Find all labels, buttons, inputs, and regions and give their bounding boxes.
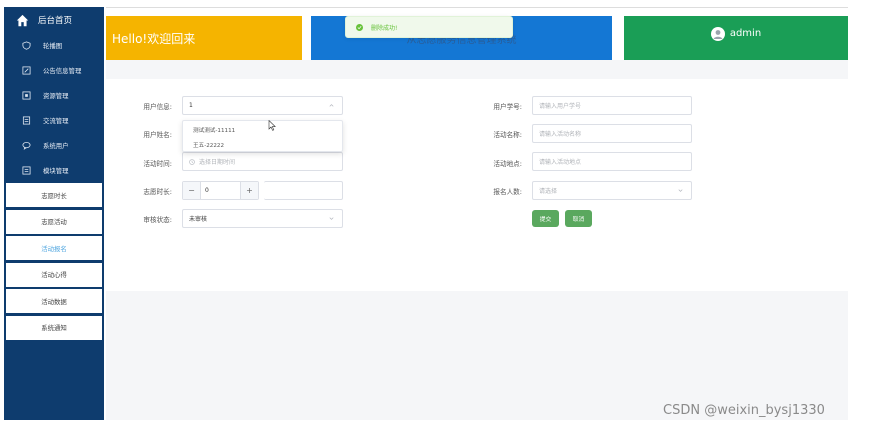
activity-place-input[interactable]: 请输入活动地点 [532,152,692,171]
sidebar-menu: 轮播图 公告信息管理 资源管理 交流管理 系统用户 模块管理 [4,33,104,183]
chevron-down-icon [329,217,334,220]
home-icon [16,14,29,26]
app-root: 后台首页 轮播图 公告信息管理 资源管理 交流管理 系统用户 模块管理 志愿时长… [0,0,894,434]
sidebar-item-modules[interactable]: 模块管理 [4,158,104,183]
activity-place-placeholder: 请输入活动地点 [539,159,582,166]
dropdown-option[interactable]: 王五-22222 [183,138,342,151]
activity-name-label: 活动名称: [493,131,522,139]
top-divider [106,7,848,8]
decrement-button[interactable]: − [183,182,200,199]
user-info[interactable]: admin [710,27,762,60]
duration-label: 志愿时长: [143,188,172,196]
cancel-button[interactable]: 取消 [565,210,592,227]
sidebar-item-exchange[interactable]: 交流管理 [4,108,104,133]
dropdown-option[interactable]: 测试测试-11111 [183,123,342,136]
activity-name-input[interactable]: 请输入活动名称 [532,124,692,143]
mouse-cursor-icon [268,120,276,131]
review-status-select[interactable]: 未审核 [182,209,343,228]
activity-time-picker[interactable]: 选择日期时间 [182,152,343,171]
submenu-item-signup[interactable]: 活动报名 [6,236,102,261]
sidebar-item-label: 交流管理 [43,117,69,125]
watermark: CSDN @weixin_bysj1330 [663,403,825,418]
success-toast: 删除成功! [345,16,513,38]
username: admin [729,28,762,39]
duration-value[interactable]: 0 [200,182,241,199]
user-card[interactable]: admin [624,16,848,60]
user-id-input[interactable]: 请输入用户学号 [532,96,692,115]
edit-icon [22,66,31,75]
sidebar-home-label: 后台首页 [38,16,73,26]
check-circle-icon [356,23,363,31]
clock-icon [189,158,195,165]
sidebar-item-carousel[interactable]: 轮播图 [4,33,104,58]
avatar-icon [713,30,723,39]
activity-name-placeholder: 请输入活动名称 [539,131,582,138]
user-info-select[interactable]: 1 [182,96,343,115]
sidebar-item-resource[interactable]: 资源管理 [4,83,104,108]
welcome-card: Hello!欢迎回来 [106,16,302,60]
signup-count-select[interactable]: 请选择 [532,181,692,200]
user-id-placeholder: 请输入用户学号 [539,103,582,110]
sidebar-item-label: 系统用户 [43,142,69,150]
review-status-value: 未审核 [189,216,208,223]
activity-time-label: 活动时间: [143,160,172,168]
signup-count-label: 报名人数: [493,188,522,196]
submenu-item-duration[interactable]: 志愿时长 [6,183,102,207]
sidebar-item-label: 资源管理 [43,92,69,100]
user-id-label: 用户学号: [493,103,522,111]
sidebar-item-label: 模块管理 [43,167,69,175]
activity-time-placeholder: 选择日期时间 [199,159,236,166]
doc-icon [22,116,31,125]
shield-icon [22,41,31,50]
user-info-value: 1 [189,102,193,109]
chevron-up-icon [329,104,334,107]
signup-count-placeholder: 请选择 [539,188,558,195]
chat-icon [22,141,31,150]
welcome-text: Hello!欢迎回来 [112,31,196,46]
increment-button[interactable]: + [241,182,258,199]
box-icon [22,91,31,100]
submit-button[interactable]: 提交 [532,210,559,227]
user-name-label: 用户姓名: [143,131,172,139]
user-info-label: 用户信息: [143,103,172,111]
activity-place-label: 活动地点: [493,160,522,168]
sidebar-submenu: 志愿时长 志愿活动 活动报名 活动心得 活动数据 系统通知 [4,183,104,340]
avatar [710,27,725,41]
sidebar-item-users[interactable]: 系统用户 [4,133,104,158]
sidebar-home[interactable]: 后台首页 [4,7,104,33]
sidebar-item-notice[interactable]: 公告信息管理 [4,58,104,83]
sidebar-item-label: 公告信息管理 [43,67,82,75]
submenu-item-activity[interactable]: 志愿活动 [6,209,102,234]
duration-stepper[interactable]: − 0 + [182,181,259,200]
toast-message: 删除成功! [371,24,398,32]
review-status-label: 审核状态: [143,216,172,224]
submenu-item-data[interactable]: 活动数据 [6,289,102,314]
grid-icon [22,166,31,175]
chevron-down-icon [678,189,683,192]
sidebar-item-label: 轮播图 [43,42,63,50]
user-info-dropdown: 测试测试-11111 王五-22222 [182,120,343,152]
sidebar: 后台首页 轮播图 公告信息管理 资源管理 交流管理 系统用户 模块管理 志愿时长… [4,7,104,420]
submenu-item-notice[interactable]: 系统通知 [6,315,102,340]
duration-field-rest [264,181,343,200]
submenu-item-experience[interactable]: 活动心得 [6,262,102,287]
